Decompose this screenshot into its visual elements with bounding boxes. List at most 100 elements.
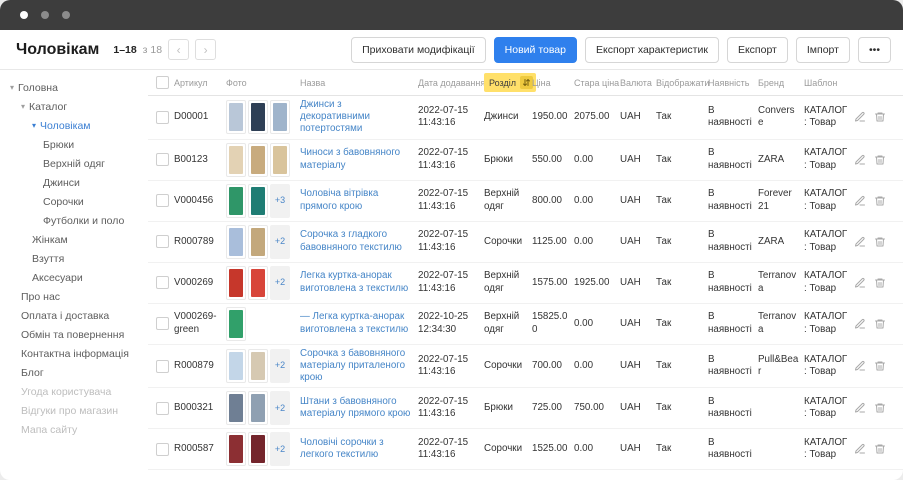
sidebar-item-label: Джинси [43,177,80,189]
sidebar-item-contacts[interactable]: Контактна інформація [0,344,148,363]
sidebar-item-women[interactable]: Жінкам [0,230,148,249]
row-checkbox[interactable] [156,194,169,207]
product-name-link[interactable]: Штани з бавовняного матеріалу прямого кр… [300,396,418,420]
delete-icon[interactable] [874,360,886,372]
product-name-link[interactable]: Сорочка з бавовняного матеріалу притален… [300,348,418,385]
product-name-link[interactable]: Легка куртка-анорак виготовлена з тексти… [300,270,418,294]
row-checkbox[interactable] [156,276,169,289]
product-thumbnail[interactable] [248,225,268,259]
more-photos-badge[interactable]: +2 [270,391,290,425]
row-checkbox[interactable] [156,111,169,124]
sidebar-item-outerwear[interactable]: Верхній одяг [0,154,148,173]
product-thumbnail[interactable] [226,266,246,300]
sidebar-item-user-agreement[interactable]: Угода користувача [0,382,148,401]
sidebar-item-catalog[interactable]: ▾Каталог [0,97,148,116]
sidebar-item-payment-delivery[interactable]: Оплата і доставка [0,306,148,325]
product-name-link[interactable]: — Легка куртка-анорак виготовлена з текс… [300,311,418,335]
sidebar-item-tshirts-polo[interactable]: Футболки и поло [0,211,148,230]
row-checkbox[interactable] [156,402,169,415]
product-name-link[interactable]: Чоловічі сорочки з легкого текстилю [300,437,418,461]
product-thumbnail[interactable] [226,184,246,218]
product-thumbnail[interactable] [248,100,268,134]
prev-page-button[interactable]: ‹ [168,39,189,60]
product-name-link[interactable]: Джинси з декоративними потертостями [300,99,418,136]
row-checkbox[interactable] [156,317,169,330]
row-checkbox[interactable] [156,235,169,248]
product-sku: D00001 [174,111,226,123]
product-thumbnail[interactable] [248,349,268,383]
edit-icon[interactable] [854,402,866,414]
sidebar-item-accessories[interactable]: Аксесуари [0,268,148,287]
product-thumbnail[interactable] [226,143,246,177]
sidebar-item-store-reviews[interactable]: Відгуки про магазин [0,401,148,420]
hide-modifications-button[interactable]: Приховати модифікації [351,37,486,63]
window-control-icon[interactable] [41,11,49,19]
sidebar-item-jeans[interactable]: Джинси [0,173,148,192]
edit-icon[interactable] [854,443,866,455]
more-photos-badge[interactable]: +3 [270,184,290,218]
chevron-down-icon: ▾ [10,84,14,92]
select-all-checkbox[interactable] [156,76,169,89]
next-page-button[interactable]: › [195,39,216,60]
more-photos-badge[interactable]: +2 [270,349,290,383]
more-photos-badge[interactable]: +2 [270,225,290,259]
delete-icon[interactable] [874,111,886,123]
delete-icon[interactable] [874,154,886,166]
delete-icon[interactable] [874,277,886,289]
sidebar-item-men[interactable]: ▾Чоловікам [0,116,148,135]
delete-icon[interactable] [874,236,886,248]
product-name-link[interactable]: Чиноси з бавовняного матеріалу [300,147,418,171]
product-thumbnail[interactable] [248,266,268,300]
export-button[interactable]: Експорт [727,37,788,63]
new-product-button[interactable]: Новий товар [494,37,577,63]
import-button[interactable]: Імпорт [796,37,850,63]
row-checkbox[interactable] [156,443,169,456]
product-thumbnail[interactable] [270,100,290,134]
edit-icon[interactable] [854,111,866,123]
sidebar-item-shirts[interactable]: Сорочки [0,192,148,211]
delete-icon[interactable] [874,195,886,207]
product-thumbnail[interactable] [226,349,246,383]
sidebar-item-blog[interactable]: Блог [0,363,148,382]
more-photos-badge[interactable]: +2 [270,266,290,300]
sidebar-item-exchange-return[interactable]: Обмін та повернення [0,325,148,344]
product-thumbnail[interactable] [248,184,268,218]
product-thumbnail[interactable] [248,432,268,466]
sidebar-item-about[interactable]: Про нас [0,287,148,306]
export-characteristics-button[interactable]: Експорт характеристик [585,37,719,63]
delete-icon[interactable] [874,402,886,414]
sort-icon[interactable] [520,76,533,89]
edit-icon[interactable] [854,195,866,207]
product-availability: В наявності [708,147,758,171]
delete-icon[interactable] [874,443,886,455]
sorted-column-highlight[interactable]: Розділ [484,73,536,92]
row-checkbox[interactable] [156,153,169,166]
product-thumbnail[interactable] [270,143,290,177]
edit-icon[interactable] [854,236,866,248]
product-thumbnail[interactable] [226,100,246,134]
sidebar-item-home[interactable]: ▾Головна [0,78,148,97]
edit-icon[interactable] [854,154,866,166]
product-thumbnail[interactable] [226,432,246,466]
delete-icon[interactable] [874,318,886,330]
product-thumbnail[interactable] [226,225,246,259]
product-thumbnail[interactable] [248,143,268,177]
sidebar-item-shoes[interactable]: Взуття [0,249,148,268]
edit-icon[interactable] [854,277,866,289]
sidebar-item-trousers[interactable]: Брюки [0,135,148,154]
product-name-link[interactable]: Чоловіча вітрівка прямого крою [300,188,418,212]
product-thumbnail[interactable] [226,391,246,425]
product-sku: B00123 [174,154,226,166]
edit-icon[interactable] [854,360,866,372]
sidebar-item-sitemap[interactable]: Мапа сайту [0,420,148,439]
more-button[interactable]: ••• [858,37,891,63]
more-photos-badge[interactable]: +2 [270,432,290,466]
product-name-link[interactable]: Сорочка з гладкого бавовняного текстилю [300,229,418,253]
window-control-icon[interactable] [20,11,28,19]
window-control-icon[interactable] [62,11,70,19]
product-thumbnail[interactable] [248,391,268,425]
product-thumbnail[interactable] [226,307,246,341]
row-checkbox[interactable] [156,360,169,373]
product-availability: В наявності [708,188,758,212]
edit-icon[interactable] [854,318,866,330]
